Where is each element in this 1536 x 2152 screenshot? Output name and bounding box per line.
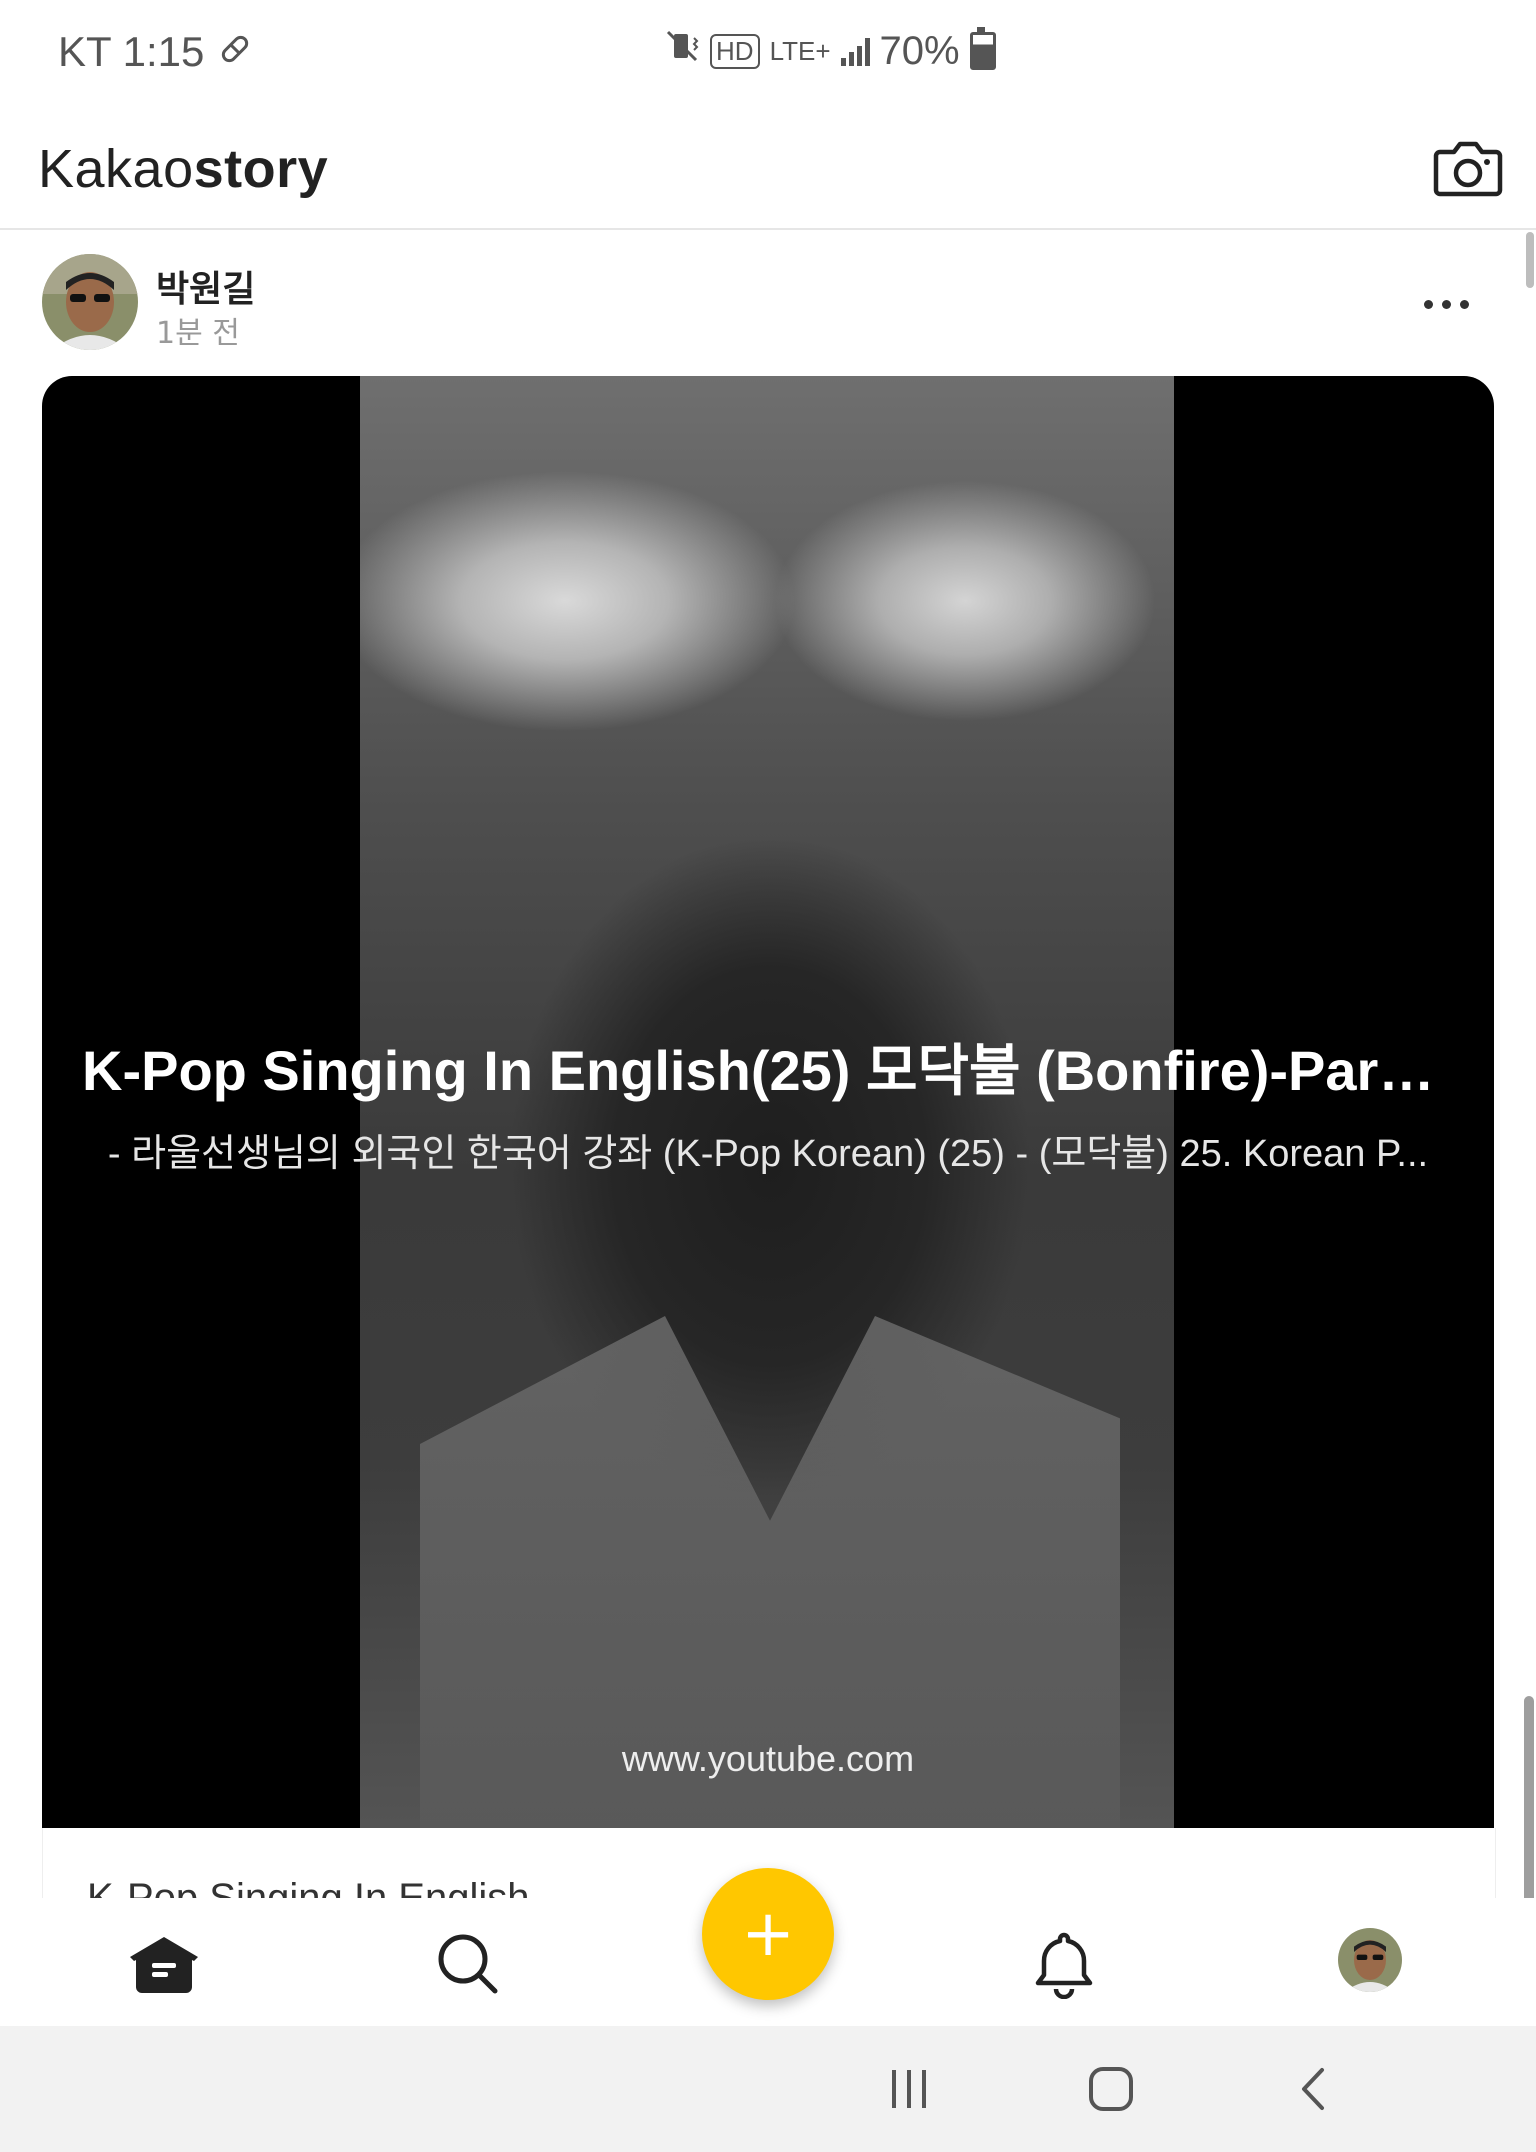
status-bar: KT 1:15 HD LTE+ 70% (0, 0, 1536, 110)
back-icon (1302, 2068, 1324, 2110)
carrier-time: KT 1:15 (58, 28, 205, 75)
app-header: Kakaostory (0, 110, 1536, 230)
search-icon (438, 1934, 498, 1994)
battery-percent: 70% (879, 28, 960, 73)
vibrate-mute-icon (664, 28, 700, 74)
network-type: LTE+ (769, 35, 831, 66)
battery-icon (969, 27, 996, 70)
camera-button[interactable] (1432, 136, 1504, 202)
system-nav-bar (0, 2026, 1536, 2152)
bell-icon (1035, 1932, 1093, 1999)
logo-bold: story (193, 139, 329, 199)
author-name[interactable]: 박원길 (156, 260, 255, 312)
post-time: 1분 전 (156, 316, 240, 351)
home-system-button[interactable] (1076, 2056, 1146, 2122)
more-options-button[interactable] (1424, 292, 1480, 316)
app-logo[interactable]: Kakaostory (38, 138, 328, 200)
status-icons: HD LTE+ 70% (664, 27, 996, 74)
author-avatar[interactable] (42, 254, 138, 350)
nav-home-button[interactable] (124, 1924, 204, 2004)
home-system-icon (1089, 2067, 1133, 2111)
post-header: 박원길 1분 전 (0, 232, 1536, 372)
nav-profile-avatar[interactable] (1338, 1928, 1402, 1992)
nav-search-button[interactable] (428, 1924, 508, 2004)
nav-notifications-button[interactable] (1024, 1924, 1104, 2004)
pill-icon (218, 28, 252, 76)
hd-badge: HD (710, 33, 760, 69)
logo-light: Kakao (38, 139, 194, 199)
camera-icon (1433, 141, 1503, 197)
more-icon (1424, 299, 1433, 309)
recent-apps-icon (892, 2070, 926, 2108)
back-button[interactable] (1280, 2056, 1350, 2122)
video-domain: www.youtube.com (621, 1738, 915, 1779)
video-description: - 라울선생님의 외국인 한국어 강좌 (K-Pop Korean) (25) … (107, 1133, 1429, 1175)
signal-icon (840, 36, 870, 66)
video-card[interactable]: K-Pop Singing In English(25) 모닥불 (Bonfir… (42, 376, 1494, 1828)
status-left: KT 1:15 (58, 28, 252, 76)
home-icon (130, 1937, 198, 1993)
plus-icon: + (741, 1897, 795, 1971)
video-title: K-Pop Singing In English(25) 모닥불 (Bonfir… (82, 1039, 1488, 1102)
add-post-button[interactable]: + (702, 1868, 834, 2000)
post-body-text: K-Pop Singing In English (87, 1876, 530, 1898)
recent-apps-button[interactable] (874, 2056, 944, 2122)
